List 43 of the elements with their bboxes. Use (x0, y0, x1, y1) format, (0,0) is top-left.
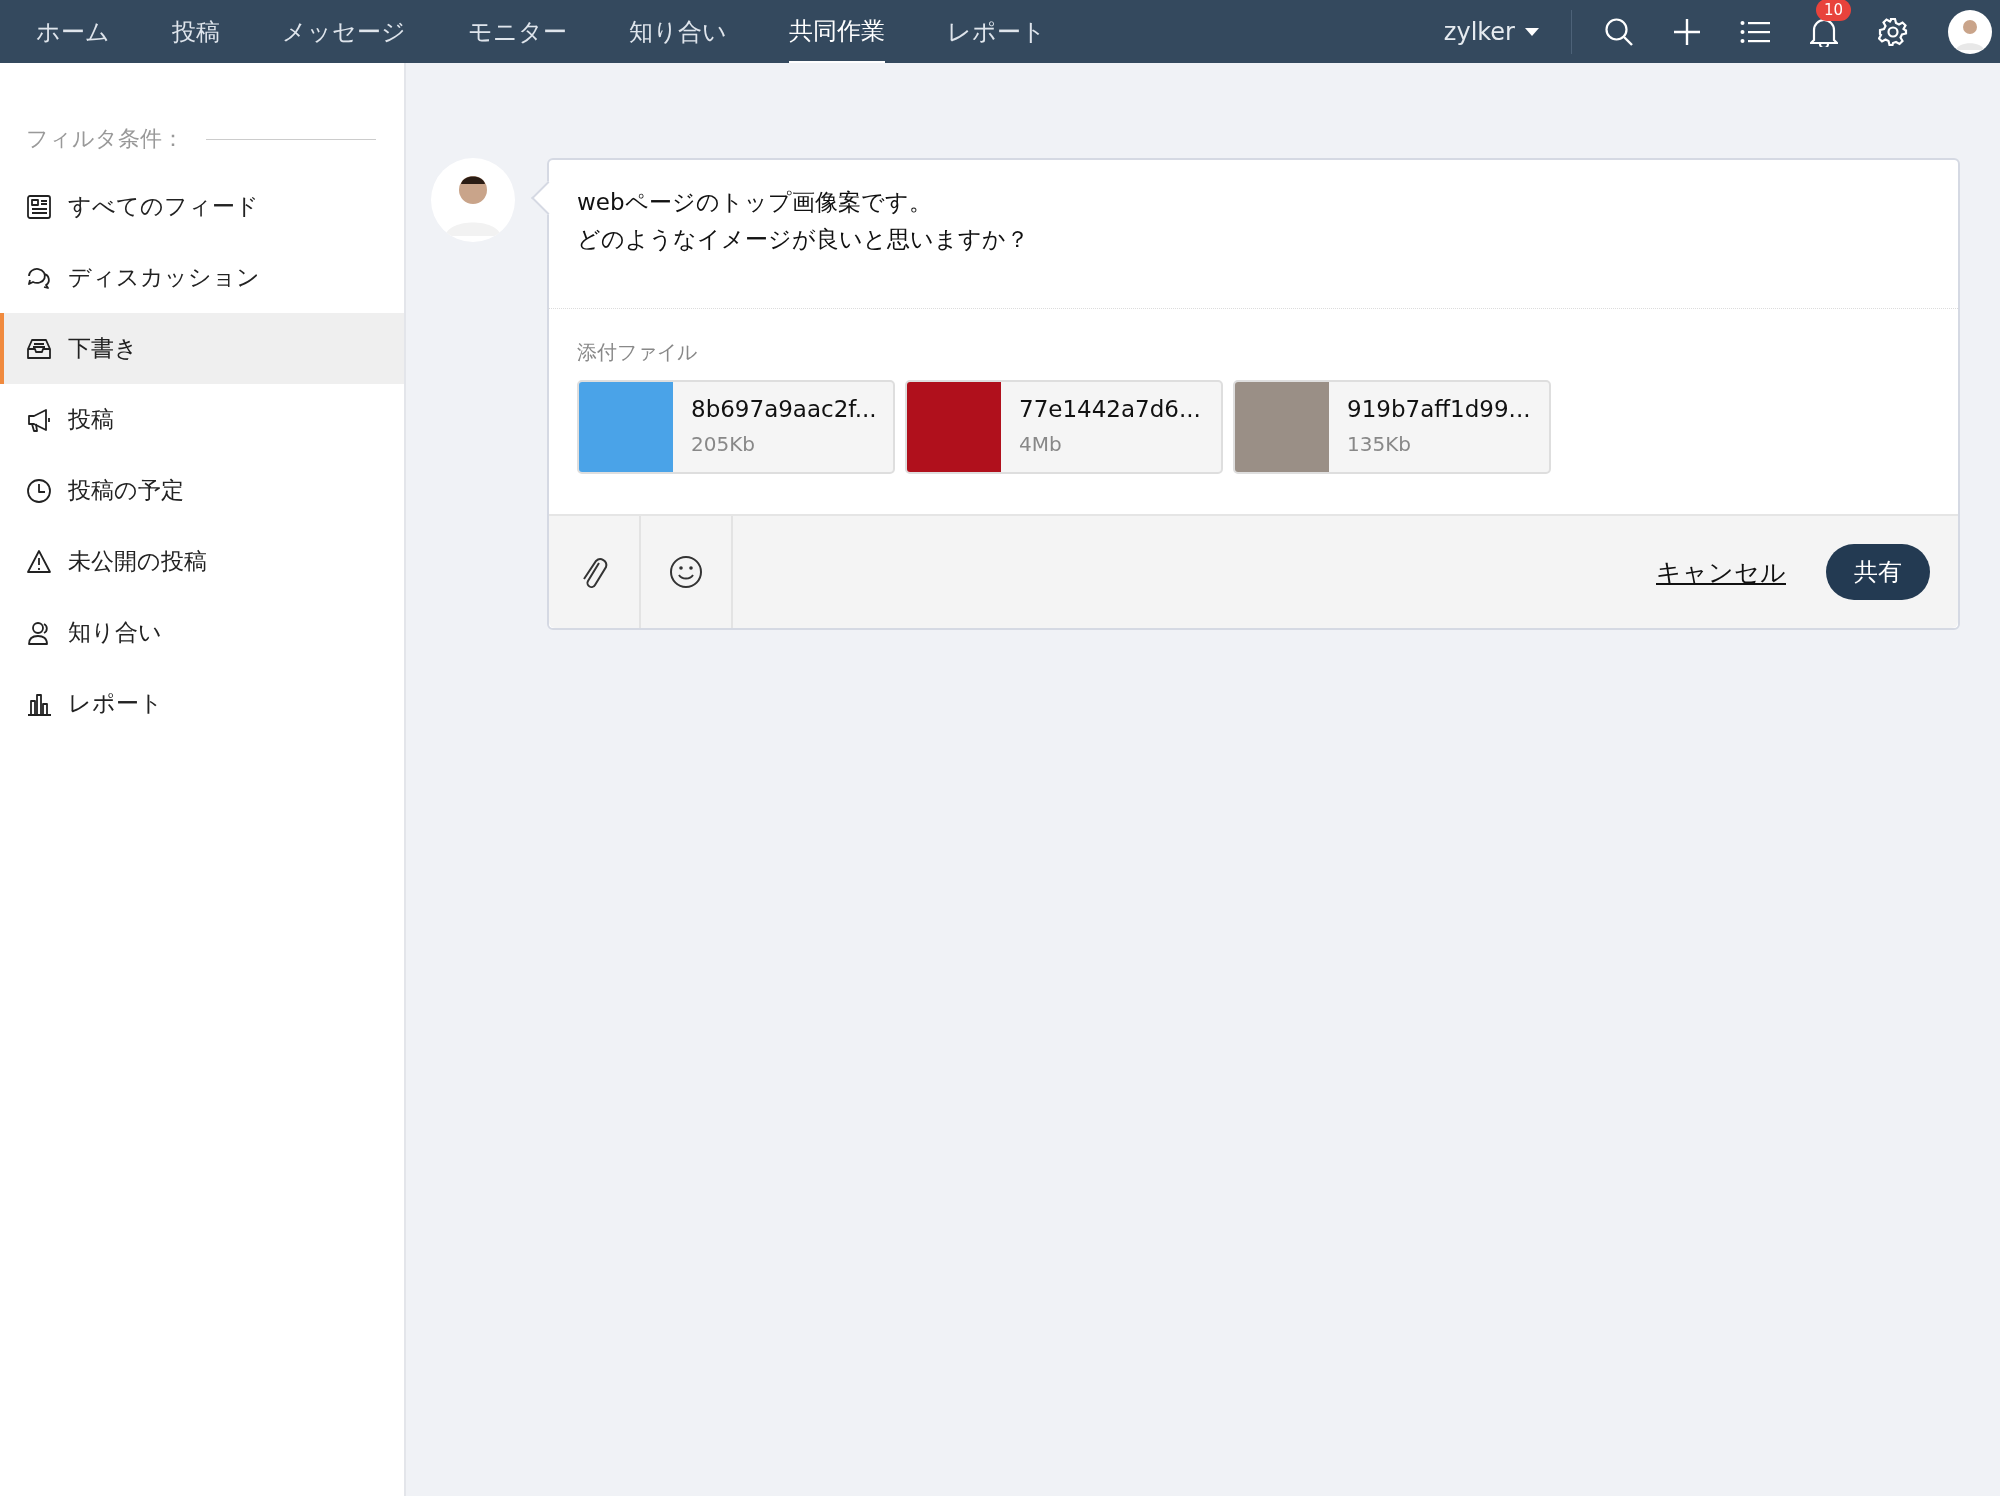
clock-icon (26, 477, 52, 504)
attachment-card[interactable]: 919b7aff1d99... 135Kb (1233, 380, 1551, 474)
file-name: 8b697a9aac2f... (691, 396, 877, 422)
notification-badge: 10 (1816, 0, 1852, 21)
sidebar-item[interactable]: ディスカッション (0, 242, 404, 313)
share-button[interactable]: 共有 (1826, 544, 1930, 600)
user-avatar[interactable] (1948, 9, 1992, 54)
nav-tab[interactable]: 知り合い (629, 0, 727, 63)
search-icon[interactable] (1604, 16, 1634, 47)
attachment-card[interactable]: 8b697a9aac2f... 205Kb (577, 380, 895, 474)
filter-heading: フィルタ条件： (26, 125, 184, 153)
settings-icon[interactable] (1878, 16, 1908, 47)
sidebar-item[interactable]: レポート (0, 668, 404, 739)
attachment-card[interactable]: 77e1442a7d6... 4Mb (905, 380, 1223, 474)
sidebar-item[interactable]: 投稿の予定 (0, 455, 404, 526)
sidebar-item[interactable]: すべてのフィード (0, 171, 404, 242)
file-size: 135Kb (1347, 432, 1412, 456)
nav-tab[interactable]: レポート (947, 0, 1046, 63)
sidebar-item[interactable]: 知り合い (0, 597, 404, 668)
file-name: 919b7aff1d99... (1347, 396, 1531, 422)
nav-tab[interactable]: モニター (468, 0, 567, 63)
file-name: 77e1442a7d6... (1019, 396, 1201, 422)
nav-tab[interactable]: メッセージ (282, 0, 406, 63)
smiley-icon (669, 555, 703, 589)
file-size: 205Kb (691, 432, 756, 456)
list-icon[interactable] (1740, 19, 1770, 44)
attachments-label: 添付ファイル (577, 339, 698, 366)
warning-icon (26, 548, 52, 575)
file-size: 4Mb (1019, 432, 1063, 456)
sidebar-item[interactable]: 未公開の投稿 (0, 526, 404, 597)
message-text: どのようなイメージが良いと思いますか？ (577, 225, 1029, 254)
sidebar-item[interactable]: 投稿 (0, 384, 404, 455)
account-dropdown[interactable]: zylker (1443, 17, 1539, 46)
nav-tab[interactable]: 共同作業 (789, 0, 885, 63)
nav-tab[interactable]: 投稿 (172, 0, 220, 63)
caret-icon (1525, 27, 1539, 36)
message-text: webページのトップ画像案です。 (577, 188, 932, 217)
cancel-link[interactable]: キャンセル (1656, 555, 1786, 589)
nav-tab[interactable]: ホーム (36, 0, 110, 63)
megaphone-icon (26, 406, 52, 433)
sidebar-item[interactable]: 下書き (0, 313, 404, 384)
newspaper-icon (26, 193, 52, 220)
plus-icon[interactable] (1674, 18, 1700, 45)
